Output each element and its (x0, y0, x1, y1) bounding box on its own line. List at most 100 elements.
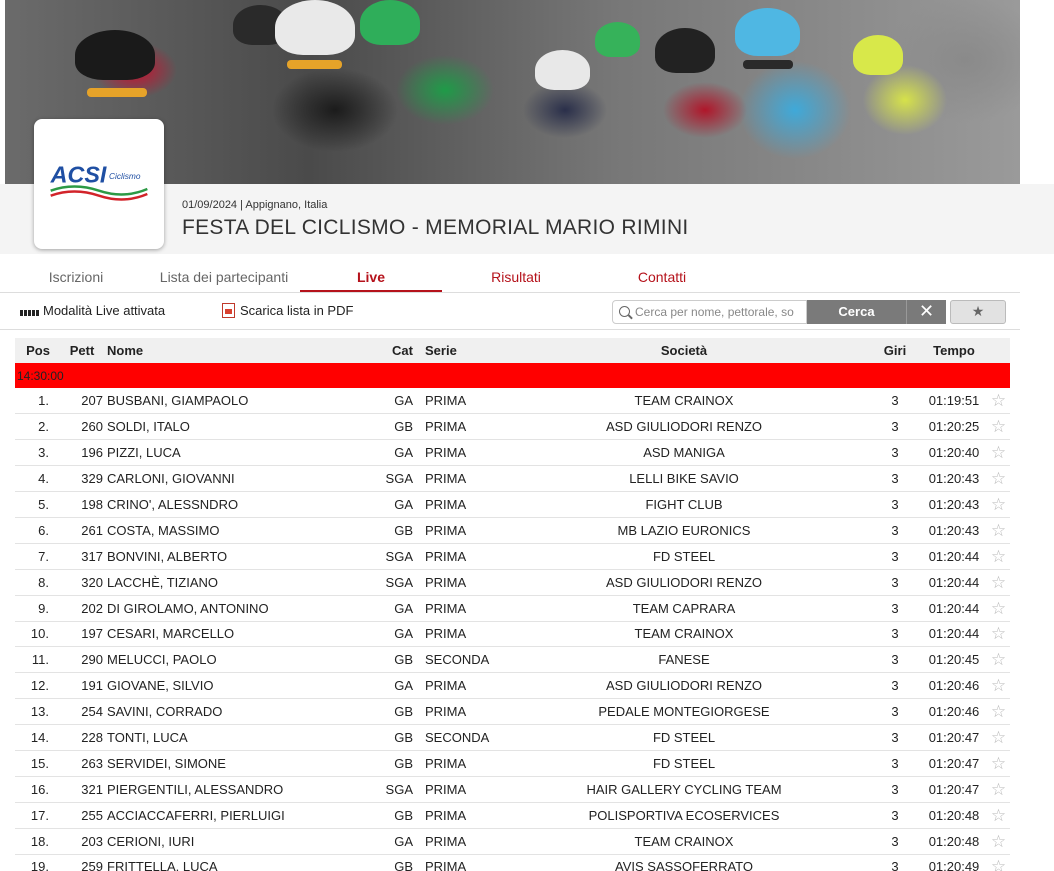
search-input[interactable] (635, 303, 803, 321)
favorite-star-icon[interactable]: ☆ (991, 728, 1006, 747)
favorite-star-icon[interactable]: ☆ (991, 495, 1006, 514)
table-row[interactable]: 17. 255 ACCIACCAFERRI, PIERLUIGI GB PRIMA POL… (15, 802, 1010, 829)
table-row[interactable]: 12. 191 GIOVANE, SILVIO GA PRIMA ASD GIULIODO… (15, 672, 1010, 700)
tab-live[interactable]: Live (300, 262, 442, 292)
table-row[interactable]: 15. 263 SERVIDEI, SIMONE GB PRIMA FD STEEL 3 01… (15, 750, 1010, 777)
search-button[interactable]: Cerca (807, 300, 906, 324)
table-row[interactable]: 9. 202 DI GIROLAMO, ANTONINO GA PRIMA TEAM CA… (15, 595, 1010, 622)
favorite-star-icon[interactable]: ☆ (991, 832, 1006, 851)
cell-serie: SECONDA (417, 724, 499, 751)
cell-cat: GA (363, 491, 417, 518)
tab-contatti[interactable]: Contatti (596, 262, 728, 292)
tab-iscrizioni[interactable]: Iscrizioni (20, 262, 132, 292)
cell-tempo: 01:20:25 (921, 413, 987, 441)
column-header-serie[interactable]: Serie (417, 338, 499, 363)
table-row[interactable]: 7. 317 BONVINI, ALBERTO SGA PRIMA FD STEEL 3 01… (15, 543, 1010, 570)
cell-pett: 198 (61, 491, 103, 518)
favorites-filter-button[interactable]: ★ (950, 300, 1006, 324)
favorite-star-icon[interactable]: ☆ (991, 521, 1006, 540)
column-header-pett[interactable]: Pett (61, 338, 103, 363)
cell-tempo: 01:20:45 (921, 646, 987, 674)
cell-pett: 207 (61, 388, 103, 415)
favorite-star-icon[interactable]: ☆ (991, 547, 1006, 566)
cell-societa: ASD GIULIODORI RENZO (499, 672, 869, 700)
favorite-star-icon[interactable]: ☆ (991, 754, 1006, 773)
favorite-star-icon[interactable]: ☆ (991, 650, 1006, 669)
cell-tempo: 01:20:44 (921, 621, 987, 648)
cell-pett: 317 (61, 543, 103, 570)
favorite-star-icon[interactable]: ☆ (991, 469, 1006, 488)
cell-cat: GB (363, 854, 417, 871)
favorite-star-cell: ☆ (987, 569, 1010, 596)
favorite-star-icon[interactable]: ☆ (991, 417, 1006, 436)
table-row[interactable]: 6. 261 COSTA, MASSIMO GB PRIMA MB LAZIO EURON… (15, 517, 1010, 544)
cell-serie: PRIMA (417, 854, 499, 871)
cell-serie: PRIMA (417, 776, 499, 803)
column-header-pos[interactable]: Pos (15, 338, 61, 363)
cell-giri: 3 (869, 543, 921, 570)
cell-nome: BONVINI, ALBERTO (103, 543, 363, 570)
download-pdf-link[interactable]: Scarica lista in PDF (222, 303, 353, 318)
cell-nome: CARLONI, GIOVANNI (103, 465, 363, 493)
favorite-star-cell: ☆ (987, 724, 1010, 751)
column-header-nome[interactable]: Nome (103, 338, 363, 363)
table-row[interactable]: 13. 254 SAVINI, CORRADO GB PRIMA PEDALE MONTE… (15, 698, 1010, 726)
column-header-societa[interactable]: Società (499, 338, 869, 363)
cell-nome: LACCHÈ, TIZIANO (103, 569, 363, 596)
favorite-star-icon[interactable]: ☆ (991, 780, 1006, 799)
table-row[interactable]: 5. 198 CRINO', ALESSNDRO GA PRIMA FIGHT CLUB 3… (15, 491, 1010, 518)
column-header-cat[interactable]: Cat (363, 338, 417, 363)
favorite-star-cell: ☆ (987, 854, 1010, 871)
cell-tempo: 01:20:44 (921, 543, 987, 570)
cell-pett: 228 (61, 724, 103, 751)
cell-pos: 4. (15, 465, 61, 493)
favorite-star-cell: ☆ (987, 750, 1010, 777)
favorite-star-icon[interactable]: ☆ (991, 702, 1006, 721)
cell-pett: 261 (61, 517, 103, 544)
table-row[interactable]: 2. 260 SOLDI, ITALO GB PRIMA ASD GIULIODORI R… (15, 413, 1010, 441)
table-row[interactable]: 19. 259 FRITTELLA, LUCA GB PRIMA AVIS SASSOFE… (15, 854, 1010, 871)
tab-risultati[interactable]: Risultati (450, 262, 582, 292)
cell-pett: 197 (61, 621, 103, 648)
acsi-logo-icon: ACSI Ciclismo (50, 161, 148, 201)
table-row[interactable]: 1. 207 BUSBANI, GIAMPAOLO GA PRIMA TEAM CRAIN… (15, 388, 1010, 415)
cell-nome: DI GIROLAMO, ANTONINO (103, 595, 363, 622)
favorite-star-icon[interactable]: ☆ (991, 624, 1006, 643)
organizer-logo: ACSI Ciclismo (34, 119, 164, 249)
cell-societa: FD STEEL (499, 750, 869, 777)
cell-pett: 263 (61, 750, 103, 777)
page-title: FESTA DEL CICLISMO - MEMORIAL MARIO RIMI… (182, 216, 689, 239)
column-header-tempo[interactable]: Tempo (921, 338, 987, 363)
favorite-star-icon[interactable]: ☆ (991, 391, 1006, 410)
table-row[interactable]: 3. 196 PIZZI, LUCA GA PRIMA ASD MANIGA 3 01:20:… (15, 439, 1010, 467)
cell-tempo: 01:20:49 (921, 854, 987, 871)
table-row[interactable]: 10. 197 CESARI, MARCELLO GA PRIMA TEAM CRAINO… (15, 621, 1010, 648)
column-header-giri[interactable]: Giri (869, 338, 921, 363)
table-row[interactable]: 8. 320 LACCHÈ, TIZIANO SGA PRIMA ASD GIULIODO… (15, 569, 1010, 596)
favorite-star-icon[interactable]: ☆ (991, 806, 1006, 825)
favorite-star-cell: ☆ (987, 413, 1010, 441)
table-row[interactable]: 16. 321 PIERGENTILI, ALESSANDRO SGA PRIMA HAI… (15, 776, 1010, 803)
favorite-star-icon[interactable]: ☆ (991, 676, 1006, 695)
favorite-star-cell: ☆ (987, 621, 1010, 648)
favorite-star-icon[interactable]: ☆ (991, 857, 1006, 871)
favorite-star-icon[interactable]: ☆ (991, 573, 1006, 592)
table-row[interactable]: 18. 203 CERIONI, IURI GA PRIMA TEAM CRAINOX 3 0… (15, 828, 1010, 855)
table-row[interactable]: 14. 228 TONTI, LUCA GB SECONDA FD STEEL 3 01:20… (15, 724, 1010, 751)
clear-search-button[interactable]: ✕ (906, 300, 946, 324)
table-row[interactable]: 11. 290 MELUCCI, PAOLO GB SECONDA FANESE 3 01:2… (15, 646, 1010, 674)
cell-serie: PRIMA (417, 595, 499, 622)
table-row[interactable]: 4. 329 CARLONI, GIOVANNI SGA PRIMA LELLI BIKE… (15, 465, 1010, 493)
cell-pett: 255 (61, 802, 103, 829)
cell-serie: PRIMA (417, 569, 499, 596)
event-date-location: 01/09/2024 | Appignano, Italia (182, 199, 328, 211)
cell-pos: 9. (15, 595, 61, 622)
favorite-star-icon[interactable]: ☆ (991, 443, 1006, 462)
signal-bars-icon (20, 306, 39, 316)
cell-pos: 8. (15, 569, 61, 596)
tab-lista-partecipanti[interactable]: Lista dei partecipanti (140, 262, 308, 292)
favorite-star-icon[interactable]: ☆ (991, 599, 1006, 618)
favorite-star-cell: ☆ (987, 517, 1010, 544)
cell-societa: TEAM CAPRARA (499, 595, 869, 622)
cell-cat: GB (363, 802, 417, 829)
